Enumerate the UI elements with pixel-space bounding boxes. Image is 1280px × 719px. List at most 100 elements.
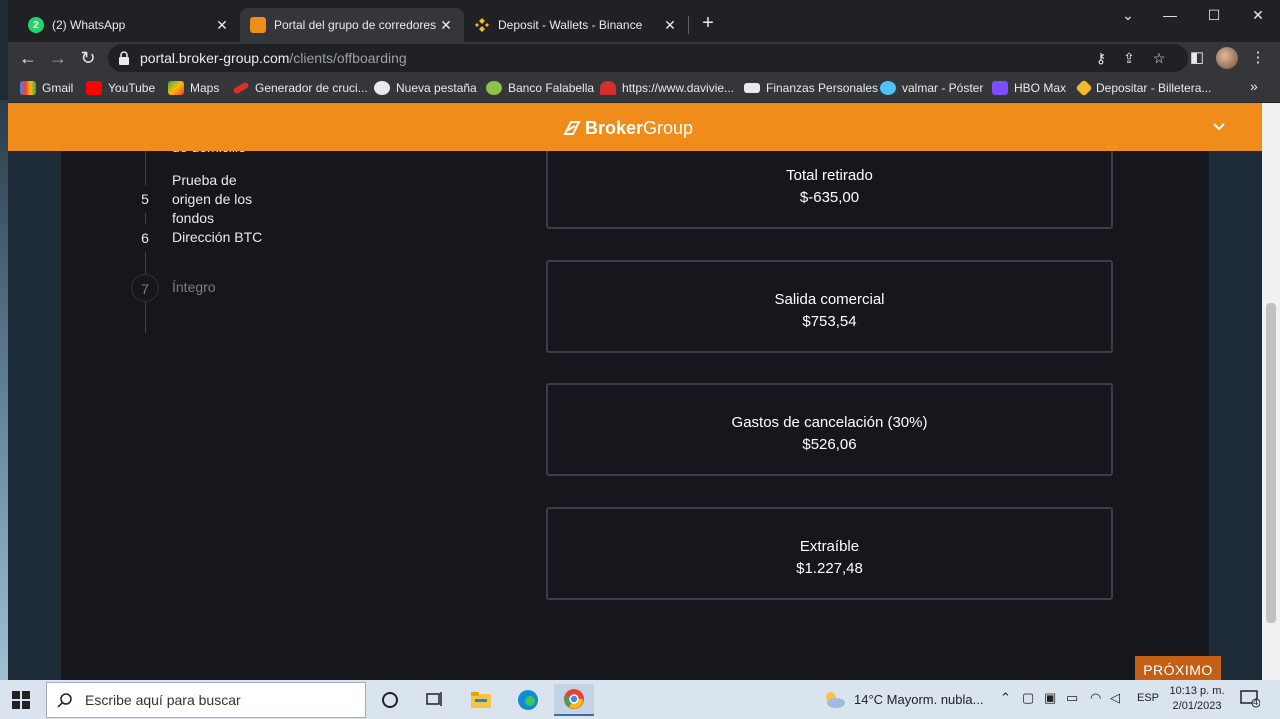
step-number: 5 (131, 185, 159, 213)
step-number: 7 (131, 274, 159, 302)
chevron-down-icon[interactable] (1210, 117, 1228, 135)
card-trading-exit: Salida comercial $753,54 (546, 260, 1113, 353)
close-tab-icon[interactable]: ✕ (214, 17, 230, 34)
show-hidden-icons-icon[interactable]: ⌃ (1000, 690, 1011, 706)
browser-window: 2 (2) WhatsApp ✕ Portal del grupo de cor… (8, 0, 1280, 680)
device-icon[interactable]: ▣ (1044, 690, 1056, 706)
card-title: Extraíble (799, 538, 860, 555)
address-bar[interactable]: portal.broker-group.com/clients/offboard… (108, 44, 1188, 72)
tab-whatsapp[interactable]: 2 (2) WhatsApp ✕ (18, 8, 240, 42)
bookmark-maps[interactable]: Maps (168, 79, 219, 97)
falabella-icon (486, 81, 502, 95)
cortana-icon[interactable] (370, 684, 410, 716)
bookmark-hbomax[interactable]: HBO Max (992, 79, 1066, 97)
scrollbar-thumb[interactable] (1266, 303, 1276, 623)
new-tab-button[interactable]: + (696, 12, 720, 36)
chrome-icon[interactable] (554, 684, 594, 716)
clock-date: 2/01/2023 (1172, 700, 1222, 712)
bookmark-label: HBO Max (1014, 81, 1067, 95)
close-window-button[interactable]: ✕ (1236, 4, 1280, 26)
lock-icon (119, 51, 129, 65)
bookmark-youtube[interactable]: YouTube (86, 79, 155, 97)
step-7[interactable]: 7 Íntegro (131, 274, 272, 302)
step-label: Dirección BTC (172, 229, 263, 245)
whatsapp-icon: 2 (28, 17, 44, 33)
pencil-icon (232, 81, 250, 95)
brokergroup-favicon-icon (250, 17, 266, 33)
bookmark-label: valmar - Póster (902, 81, 984, 95)
cloudy-weather-icon (826, 692, 845, 708)
url-text: portal.broker-group.com/clients/offboard… (140, 50, 407, 66)
close-tab-icon[interactable]: ✕ (662, 17, 678, 34)
globe-icon (374, 81, 390, 95)
search-placeholder: Escribe aquí para buscar (85, 692, 241, 708)
weather-text: 14°C Mayorm. nubla... (854, 691, 984, 707)
task-view-icon[interactable] (414, 684, 454, 716)
menu-kebab-icon[interactable]: ⋮ (1246, 46, 1270, 70)
brokergroup-logo[interactable]: Broker Group (563, 116, 693, 140)
bookmarks-bar: Gmail YouTube Maps Generador de cruci...… (8, 74, 1280, 102)
battery-icon[interactable]: ▭ (1066, 690, 1078, 706)
finanzas-icon (744, 83, 760, 93)
tab-separator (688, 16, 689, 34)
bookmark-davivienda[interactable]: https://www.davivie... (600, 79, 734, 97)
bookmark-binance-deposit[interactable]: Depositar - Billetera... (1075, 79, 1212, 97)
bookmark-finanzas[interactable]: Finanzas Personales (744, 79, 878, 97)
close-tab-icon[interactable]: ✕ (438, 17, 454, 34)
site-header: Broker Group (8, 103, 1262, 151)
bookmark-new-tab[interactable]: Nueva pestaña (374, 79, 477, 97)
bookmark-falabella[interactable]: Banco Falabella (486, 79, 594, 97)
gmail-icon (20, 81, 36, 95)
step-label: Íntegro (172, 279, 216, 295)
tab-portal[interactable]: Portal del grupo de corredores ✕ (240, 8, 464, 42)
davivienda-icon (600, 81, 616, 95)
windows-start-icon[interactable] (12, 691, 30, 709)
card-value: $-635,00 (799, 189, 860, 206)
reload-icon[interactable]: ↻ (76, 46, 100, 70)
volume-icon[interactable]: ◁ (1110, 690, 1120, 706)
language-indicator[interactable]: ESP (1137, 692, 1159, 704)
key-icon[interactable]: ⚷ (1092, 49, 1110, 67)
more-bookmarks-icon[interactable]: » (1250, 78, 1258, 94)
bookmark-crossword[interactable]: Generador de cruci... (232, 79, 368, 97)
edge-icon[interactable] (508, 684, 548, 716)
taskbar-clock[interactable]: 10:13 p. m. 2/01/2023 (1168, 684, 1226, 714)
card-title: Gastos de cancelación (30%) (731, 414, 928, 431)
step-6[interactable]: 6 Dirección BTC (131, 224, 272, 252)
maximize-button[interactable]: ☐ (1192, 4, 1236, 26)
profile-avatar[interactable] (1216, 47, 1238, 69)
search-icon (57, 693, 72, 708)
star-icon[interactable]: ☆ (1150, 49, 1168, 67)
file-explorer-icon[interactable] (461, 684, 501, 716)
taskbar-search[interactable]: Escribe aquí para buscar (46, 682, 366, 718)
next-button[interactable]: PRÓXIMO (1135, 656, 1221, 680)
weather-widget[interactable]: 14°C Mayorm. nubla... (822, 689, 983, 709)
meet-icon[interactable]: ▢ (1022, 690, 1034, 706)
tab-bar: 2 (2) WhatsApp ✕ Portal del grupo de cor… (8, 0, 1280, 42)
tab-search-icon[interactable]: ⌄ (1106, 4, 1150, 26)
forward-icon[interactable]: → (46, 46, 70, 70)
tab-binance[interactable]: Deposit - Wallets - Binance ✕ (464, 8, 688, 42)
logo-text-light: Group (643, 117, 694, 138)
bookmark-valmar[interactable]: valmar - Póster (880, 79, 983, 97)
back-icon[interactable]: ← (16, 46, 40, 70)
bookmark-label: Depositar - Billetera... (1096, 81, 1212, 95)
bookmark-label: Finanzas Personales (766, 81, 879, 95)
logo-text-bold: Broker (585, 117, 644, 138)
notification-center-icon[interactable]: 4 (1240, 690, 1261, 708)
page-scrollbar[interactable] (1262, 103, 1280, 680)
bookmark-label: Banco Falabella (508, 81, 595, 95)
side-panel-icon[interactable]: ◧ (1185, 46, 1209, 70)
page-content: de domicilio 5 Prueba de origen de los f… (8, 103, 1262, 680)
tab-label: (2) WhatsApp (52, 18, 126, 32)
bookmark-gmail[interactable]: Gmail (20, 79, 73, 97)
minimize-button[interactable]: — (1148, 4, 1192, 26)
card-value: $753,54 (802, 313, 857, 330)
share-icon[interactable]: ⇪ (1120, 49, 1138, 67)
tab-label: Deposit - Wallets - Binance (498, 18, 643, 32)
clock-time: 10:13 p. m. (1169, 685, 1225, 697)
step-5[interactable]: 5 Prueba de origen de los fondos (131, 171, 272, 228)
wifi-icon[interactable]: ◠ (1090, 690, 1101, 706)
bookmark-label: Maps (190, 81, 220, 95)
card-title: Total retirado (786, 167, 873, 184)
